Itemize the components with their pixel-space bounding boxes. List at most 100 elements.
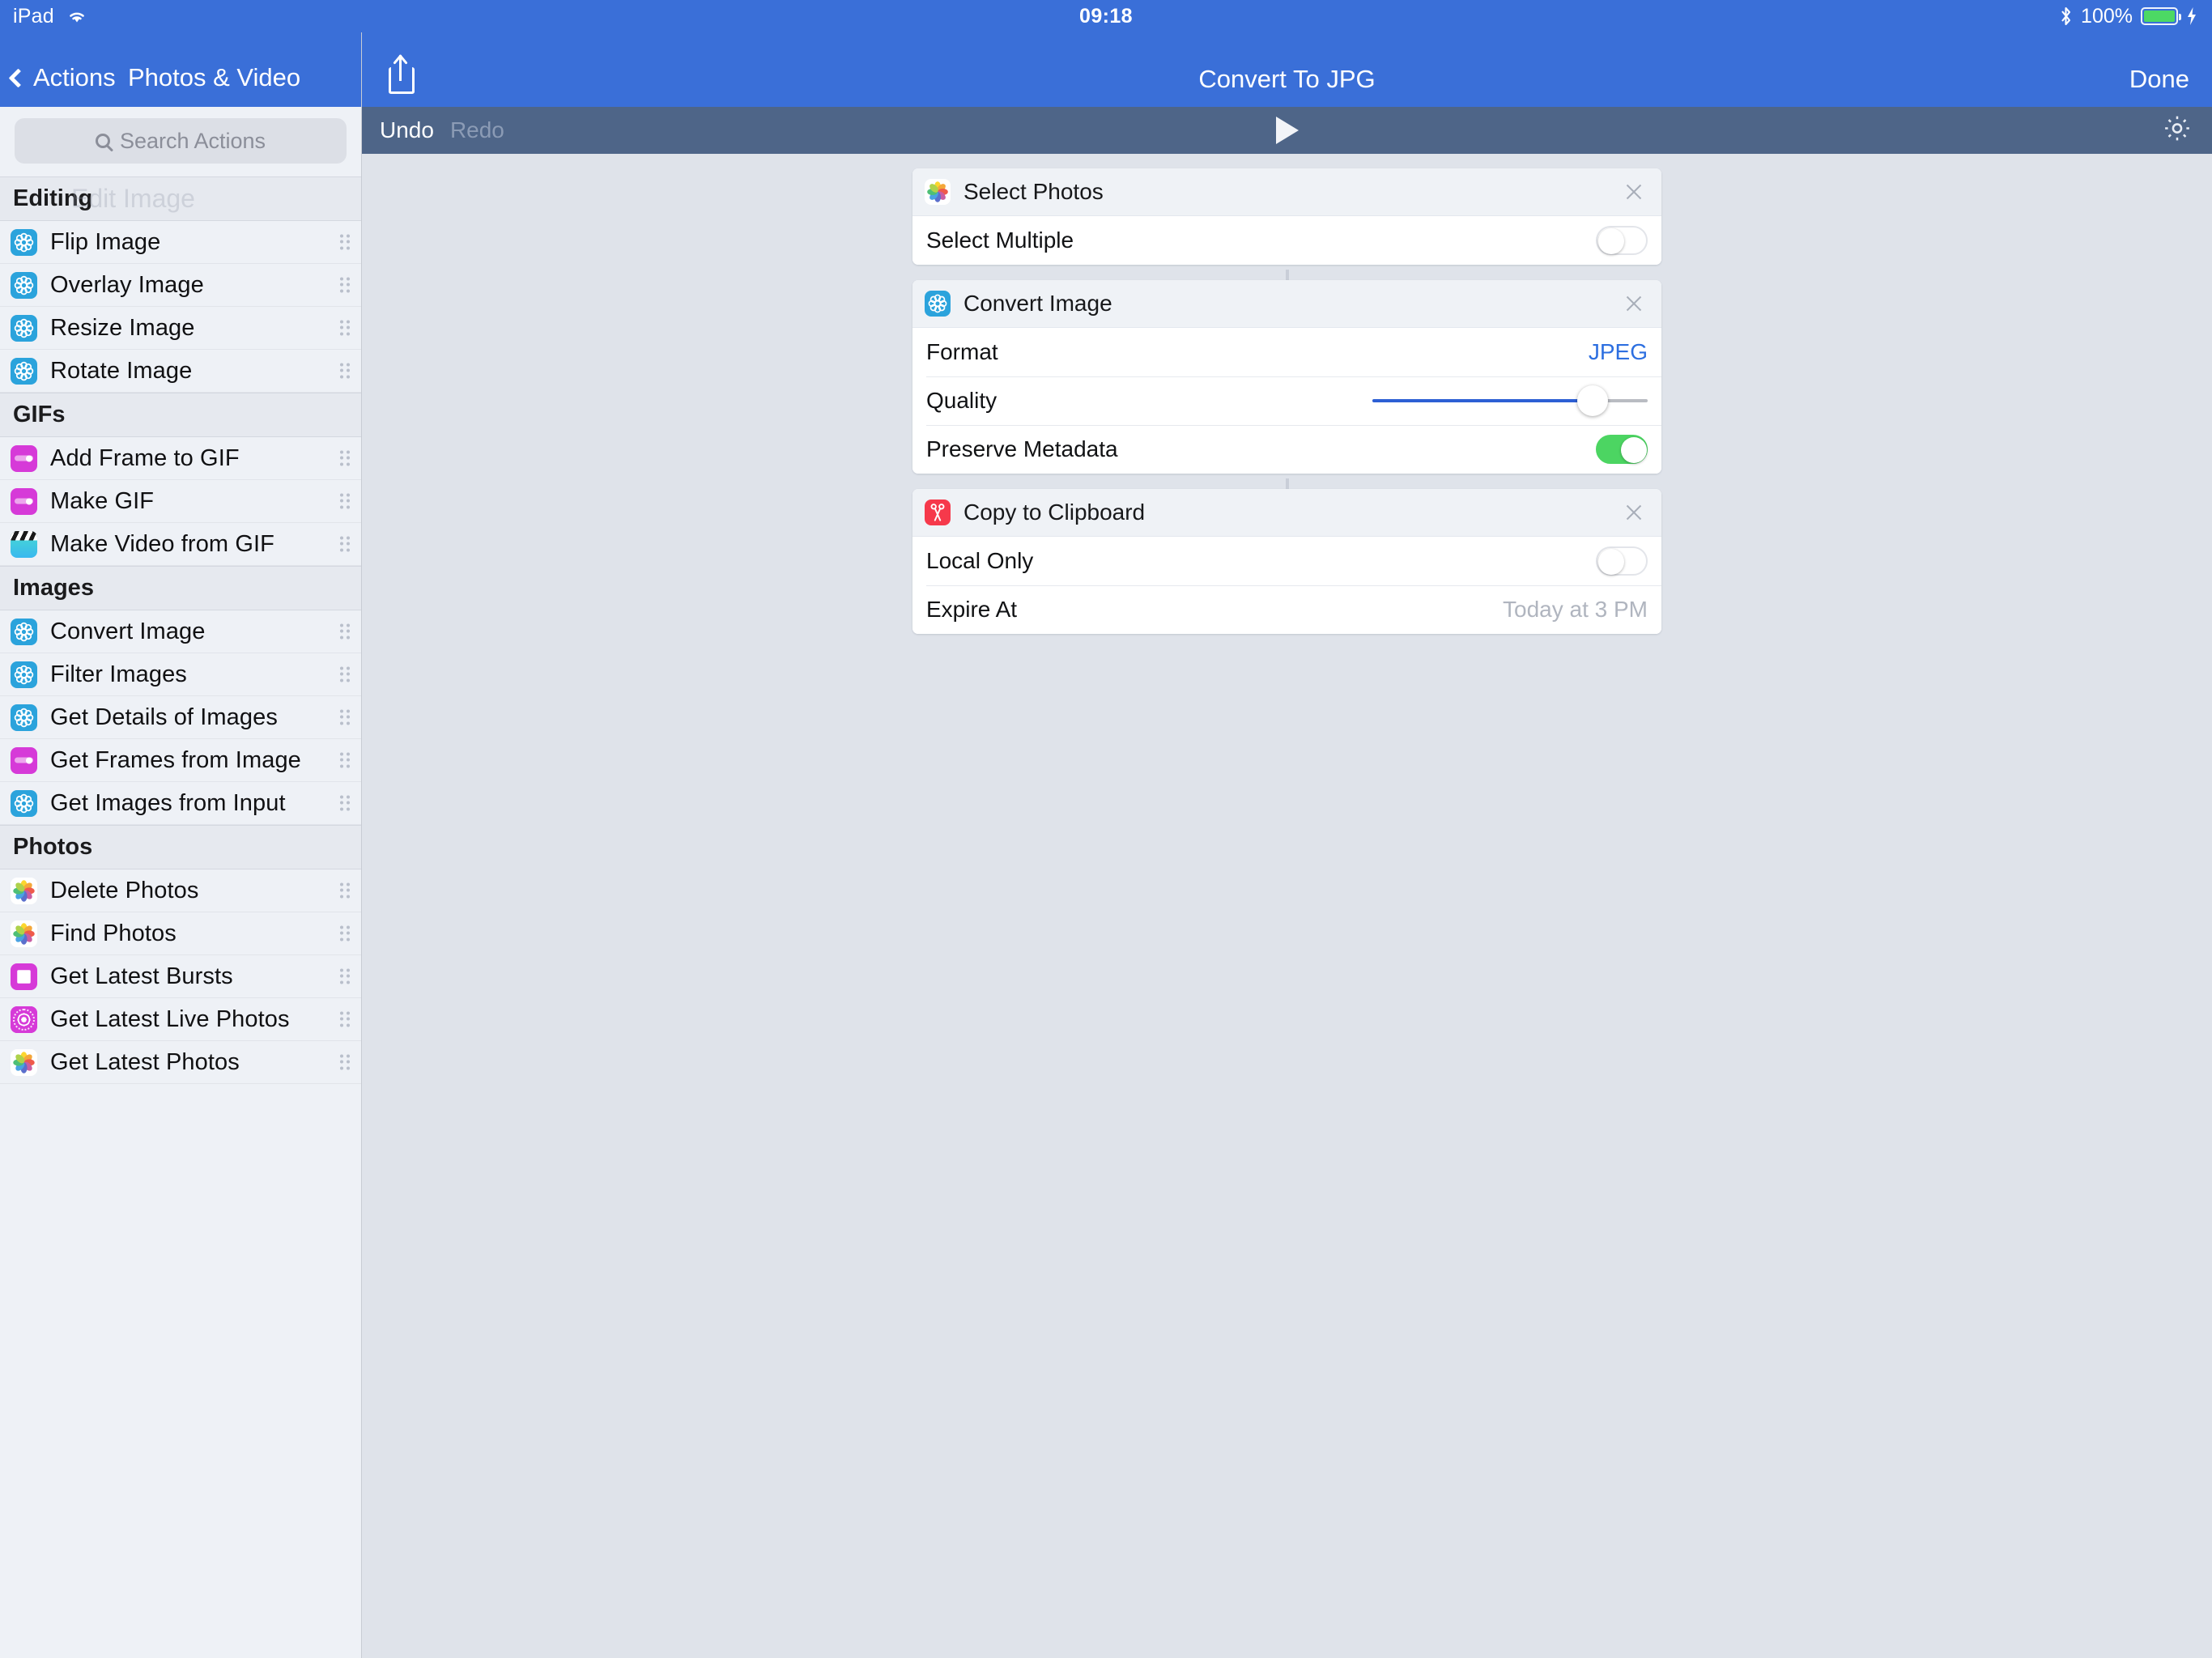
sidebar-item-get-details-of-images[interactable]: Get Details of Images [0,696,361,739]
sidebar-item-resize-image[interactable]: Resize Image [0,307,361,350]
sidebar-item-find-photos[interactable]: Find Photos [0,912,361,955]
action-card-header: Convert Image [912,280,1661,328]
drag-handle-icon[interactable] [340,710,351,725]
action-card-copy-to-clipboard[interactable]: Copy to Clipboard Local Only Expire At T… [912,489,1661,634]
sidebar-item-overlay-image[interactable]: Overlay Image [0,264,361,307]
done-button[interactable]: Done [2129,65,2189,94]
section-header-photos: Photos [0,825,361,869]
parameter-row-expire-at[interactable]: Expire At Today at 3 PM [912,585,1661,634]
workflow-mandala-icon [11,229,37,256]
section-header-editing: Editing Edit Image [0,176,361,221]
clock: 09:18 [0,5,2212,28]
select-multiple-toggle[interactable] [1596,226,1648,255]
drag-handle-icon[interactable] [340,1055,351,1070]
sidebar-item-make-video-from-gif[interactable]: Make Video from GIF [0,523,361,566]
sidebar-item-label: Filter Images [50,661,187,688]
sidebar-item-delete-photos[interactable]: Delete Photos [0,869,361,912]
drag-handle-icon[interactable] [340,796,351,811]
drag-handle-icon[interactable] [340,624,351,640]
sidebar-item-add-frame-to-gif[interactable]: Add Frame to GIF [0,437,361,480]
action-card-convert-image[interactable]: Convert Image Format JPEG Quality [912,280,1661,474]
sidebar-item-label: Flip Image [50,229,160,256]
gear-icon[interactable] [2162,113,2193,148]
sidebar-item-get-images-from-input[interactable]: Get Images from Input [0,782,361,825]
sidebar-item-label: Get Latest Photos [50,1049,240,1076]
scissors-icon [925,500,951,525]
search-icon [96,134,110,148]
parameter-row-local-only[interactable]: Local Only [912,537,1661,585]
parameter-row-quality[interactable]: Quality [912,376,1661,425]
preserve-metadata-toggle[interactable] [1596,435,1648,464]
photos-app-icon [11,920,37,947]
actions-sidebar: Actions Photos & Video Crop Image Search… [0,0,362,1658]
sidebar-item-label: Get Latest Live Photos [50,1006,290,1033]
workflow-mandala-icon [925,291,951,317]
drag-handle-icon[interactable] [340,451,351,466]
workflow-title: Convert To JPG [362,65,2212,94]
sidebar-item-rotate-image[interactable]: Rotate Image [0,350,361,393]
parameter-label: Select Multiple [926,227,1074,253]
action-card-select-photos[interactable]: Select Photos Select Multiple [912,168,1661,265]
card-connector [1286,270,1289,280]
close-icon[interactable] [1624,294,1644,313]
drag-handle-icon[interactable] [340,235,351,250]
drag-handle-icon[interactable] [340,926,351,942]
quality-slider[interactable] [1372,386,1648,415]
close-icon[interactable] [1624,182,1644,202]
parameter-row-preserve-metadata[interactable]: Preserve Metadata [912,425,1661,474]
sidebar-item-label: Get Images from Input [50,790,286,817]
slider-icon [11,747,37,774]
search-input[interactable]: Search Actions [15,118,347,164]
clapperboard-icon [11,531,37,558]
sidebar-item-get-latest-live-photos[interactable]: Get Latest Live Photos [0,998,361,1041]
sidebar-item-make-gif[interactable]: Make GIF [0,480,361,523]
sidebar-item-label: Convert Image [50,619,206,645]
sidebar-item-get-latest-photos[interactable]: Get Latest Photos [0,1041,361,1084]
actions-list[interactable]: Editing Edit Image Flip Image Overlay Im… [0,176,361,1658]
live-photo-icon [11,1006,37,1033]
sidebar-item-convert-image[interactable]: Convert Image [0,610,361,653]
drag-handle-icon[interactable] [340,321,351,336]
sidebar-item-flip-image[interactable]: Flip Image [0,221,361,264]
parameter-label: Expire At [926,597,1017,623]
drag-handle-icon[interactable] [340,969,351,984]
expire-at-value[interactable]: Today at 3 PM [1503,597,1648,623]
workflow-detail-pane: Convert To JPG Done Undo Redo [362,0,2212,1658]
sidebar-item-label: Make Video from GIF [50,531,274,558]
sidebar-item-filter-images[interactable]: Filter Images [0,653,361,696]
section-header-gifs: GIFs [0,393,361,437]
workflow-canvas[interactable]: Select Photos Select Multiple [362,154,2212,1658]
drag-handle-icon[interactable] [340,1012,351,1027]
status-right: 100% [2059,5,2197,28]
action-card-header: Copy to Clipboard [912,489,1661,537]
drag-handle-icon[interactable] [340,883,351,899]
drag-handle-icon[interactable] [340,753,351,768]
drag-handle-icon[interactable] [340,363,351,379]
action-card-header: Select Photos [912,168,1661,216]
parameter-row-select-multiple[interactable]: Select Multiple [912,216,1661,265]
sidebar-item-label: Delete Photos [50,878,198,904]
format-value[interactable]: JPEG [1589,339,1648,365]
redo-button[interactable]: Redo [450,117,504,143]
play-icon[interactable] [1276,117,1299,144]
sidebar-item-get-frames-from-image[interactable]: Get Frames from Image [0,739,361,782]
back-button[interactable]: Actions [11,63,116,92]
sidebar-item-get-latest-bursts[interactable]: Get Latest Bursts [0,955,361,998]
section-header-label: Photos [13,834,92,860]
close-icon[interactable] [1624,503,1644,522]
search-container: Crop Image Search Actions [0,107,361,176]
undo-button[interactable]: Undo [380,117,434,143]
photos-app-icon [11,878,37,904]
status-bar: iPad 09:18 100% [0,0,2212,32]
back-button-label: Actions [33,63,116,92]
local-only-toggle[interactable] [1596,546,1648,576]
drag-handle-icon[interactable] [340,667,351,682]
drag-handle-icon[interactable] [340,494,351,509]
card-connector [1286,478,1289,489]
chevron-left-icon [8,68,28,87]
burst-icon [11,963,37,990]
drag-handle-icon[interactable] [340,537,351,552]
parameter-row-format[interactable]: Format JPEG [912,328,1661,376]
search-placeholder: Search Actions [120,129,266,154]
drag-handle-icon[interactable] [340,278,351,293]
